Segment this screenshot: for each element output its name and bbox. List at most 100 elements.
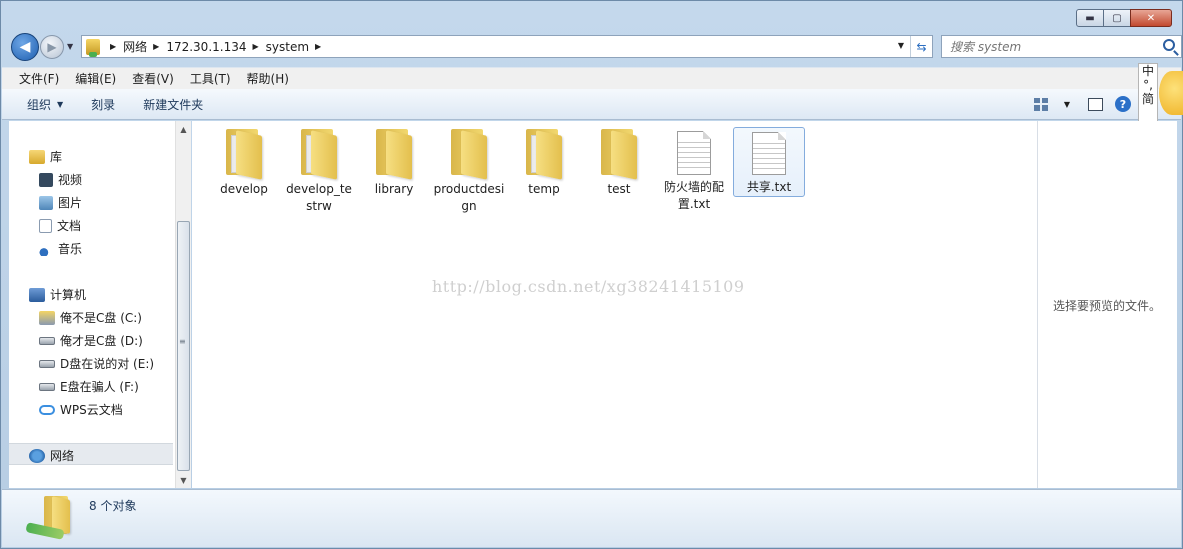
recent-pages-dropdown[interactable]: ▼ (67, 42, 73, 51)
folder-item[interactable]: temp (508, 127, 580, 215)
burn-button[interactable]: 刻录 (91, 96, 115, 113)
folder-item[interactable]: library (358, 127, 430, 215)
nav-library[interactable]: 库 (29, 148, 62, 165)
nav-pictures[interactable]: 图片 (39, 194, 82, 211)
cloud-icon (39, 404, 55, 415)
address-dropdown-icon[interactable]: ▼ (898, 41, 904, 50)
maximize-button[interactable]: ▢ (1103, 9, 1131, 27)
file-list[interactable]: develop develop_testrw library productde… (192, 121, 1037, 488)
help-icon[interactable]: ? (1115, 96, 1131, 112)
file-name: library (374, 182, 414, 196)
preview-message: 选择要预览的文件。 (1053, 299, 1162, 313)
nav-drive-e-label: D盘在说的对 (E:) (60, 357, 155, 371)
folder-item[interactable]: develop (208, 127, 280, 215)
command-bar: 组织 ▼ 刻录 新建文件夹 ▼ ? (2, 89, 1181, 120)
close-button[interactable]: ✕ (1130, 9, 1172, 27)
breadcrumb-separator[interactable]: ▶ (252, 42, 258, 51)
scroll-thumb[interactable] (177, 221, 190, 471)
nav-drive-d-label: 俺才是C盘 (D:) (60, 334, 143, 348)
search-box[interactable] (941, 35, 1182, 58)
address-bar[interactable]: ▶ 网络 ▶ 172.30.1.134 ▶ system ▶ ▼ ⇆ (81, 35, 933, 58)
file-name: temp (528, 182, 560, 196)
nav-library-label: 库 (50, 150, 63, 164)
folder-item[interactable]: develop_testrw (283, 127, 355, 215)
preview-pane-toggle-icon[interactable] (1088, 97, 1103, 111)
organize-label: 组织 (27, 97, 52, 112)
nav-computer-label: 计算机 (50, 288, 87, 302)
nav-pictures-label: 图片 (58, 196, 83, 210)
organize-button[interactable]: 组织 ▼ (27, 96, 63, 113)
minimize-button[interactable]: ▬ (1076, 9, 1104, 27)
nav-drive-d[interactable]: 俺才是C盘 (D:) (39, 332, 143, 349)
breadcrumb-system[interactable]: system (266, 40, 309, 54)
folder-icon (224, 129, 264, 180)
new-folder-button[interactable]: 新建文件夹 (143, 96, 203, 113)
nav-network[interactable]: 网络 (29, 447, 74, 464)
nav-wps-cloud[interactable]: WPS云文档 (39, 401, 123, 418)
hard-drive-icon (39, 359, 55, 368)
system-drive-icon (39, 310, 55, 325)
nav-videos[interactable]: 视频 (39, 171, 82, 188)
video-icon (39, 172, 53, 187)
navigation-pane-scrollbar[interactable]: ▲ ≡ ▼ (175, 121, 191, 488)
explorer-window: ▬ ▢ ✕ ◀ ▶ ▼ ▶ 网络 ▶ 172.30.1.134 ▶ system… (0, 0, 1183, 549)
file-name: 防火墙的配置.txt (663, 180, 724, 211)
breadcrumb-separator[interactable]: ▶ (110, 42, 116, 51)
breadcrumb-separator[interactable]: ▶ (315, 42, 321, 51)
back-button[interactable]: ◀ (11, 33, 39, 61)
refresh-button[interactable]: ⇆ (910, 36, 932, 57)
breadcrumb-host[interactable]: 172.30.1.134 (166, 40, 246, 54)
text-file-item[interactable]: 防火墙的配置.txt (658, 127, 730, 215)
file-name: 共享.txt (746, 180, 792, 194)
caption-buttons: ▬ ▢ ✕ (1076, 9, 1172, 27)
nav-drive-f[interactable]: E盘在骗人 (F:) (39, 378, 139, 395)
navigation-bar: ◀ ▶ ▼ ▶ 网络 ▶ 172.30.1.134 ▶ system ▶ ▼ ⇆ (9, 33, 1182, 61)
menu-view[interactable]: 查看(V) (132, 70, 174, 87)
library-icon (29, 149, 45, 164)
ime-mascot-icon (1159, 71, 1183, 115)
ime-punctuation[interactable]: °, (1143, 78, 1153, 92)
music-note-icon (39, 241, 53, 256)
text-file-item-selected[interactable]: 共享.txt (733, 127, 805, 197)
folder-icon (299, 129, 339, 180)
nav-music-label: 音乐 (58, 242, 83, 256)
nav-music[interactable]: 音乐 (39, 240, 82, 257)
item-count: 8 个对象 (89, 499, 137, 513)
scroll-down-arrow[interactable]: ▼ (176, 472, 191, 488)
breadcrumb-separator[interactable]: ▶ (153, 42, 159, 51)
folder-icon (599, 129, 639, 180)
preview-pane: 选择要预览的文件。 (1037, 121, 1177, 488)
view-options-dropdown[interactable]: ▼ (1064, 100, 1070, 109)
ime-mode-chinese[interactable]: 中 (1142, 64, 1154, 78)
network-icon (29, 448, 45, 463)
nav-drive-c-label: 俺不是C盘 (C:) (60, 311, 142, 325)
breadcrumb-network[interactable]: 网络 (123, 38, 147, 55)
nav-computer[interactable]: 计算机 (29, 286, 86, 303)
file-name: productdesign (433, 182, 505, 213)
ime-status-bar[interactable]: 中 °, 简 (1138, 63, 1158, 125)
menu-help[interactable]: 帮助(H) (247, 70, 289, 87)
scroll-up-arrow[interactable]: ▲ (176, 121, 191, 137)
menu-tools[interactable]: 工具(T) (190, 70, 231, 87)
menu-file[interactable]: 文件(F) (19, 70, 59, 87)
nav-drive-c[interactable]: 俺不是C盘 (C:) (39, 309, 142, 326)
folder-item[interactable]: test (583, 127, 655, 215)
search-input[interactable] (950, 39, 1150, 54)
change-view-icon[interactable] (1033, 97, 1048, 111)
nav-drive-e[interactable]: D盘在说的对 (E:) (39, 355, 154, 372)
nav-documents-label: 文档 (57, 219, 82, 233)
menu-edit[interactable]: 编辑(E) (75, 70, 116, 87)
ime-simplified[interactable]: 简 (1142, 92, 1154, 106)
hard-drive-icon (39, 336, 55, 345)
chevron-down-icon: ▼ (57, 99, 64, 109)
menu-bar: 文件(F) 编辑(E) 查看(V) 工具(T) 帮助(H) (2, 67, 1181, 89)
nav-videos-label: 视频 (58, 173, 83, 187)
folder-icon (449, 129, 489, 180)
search-icon[interactable] (1163, 39, 1175, 51)
nav-documents[interactable]: 文档 (39, 217, 81, 234)
nav-network-label: 网络 (50, 449, 75, 463)
text-file-icon (752, 132, 786, 175)
folder-item[interactable]: productdesign (433, 127, 505, 215)
computer-icon (29, 287, 45, 302)
forward-button[interactable]: ▶ (40, 35, 64, 59)
